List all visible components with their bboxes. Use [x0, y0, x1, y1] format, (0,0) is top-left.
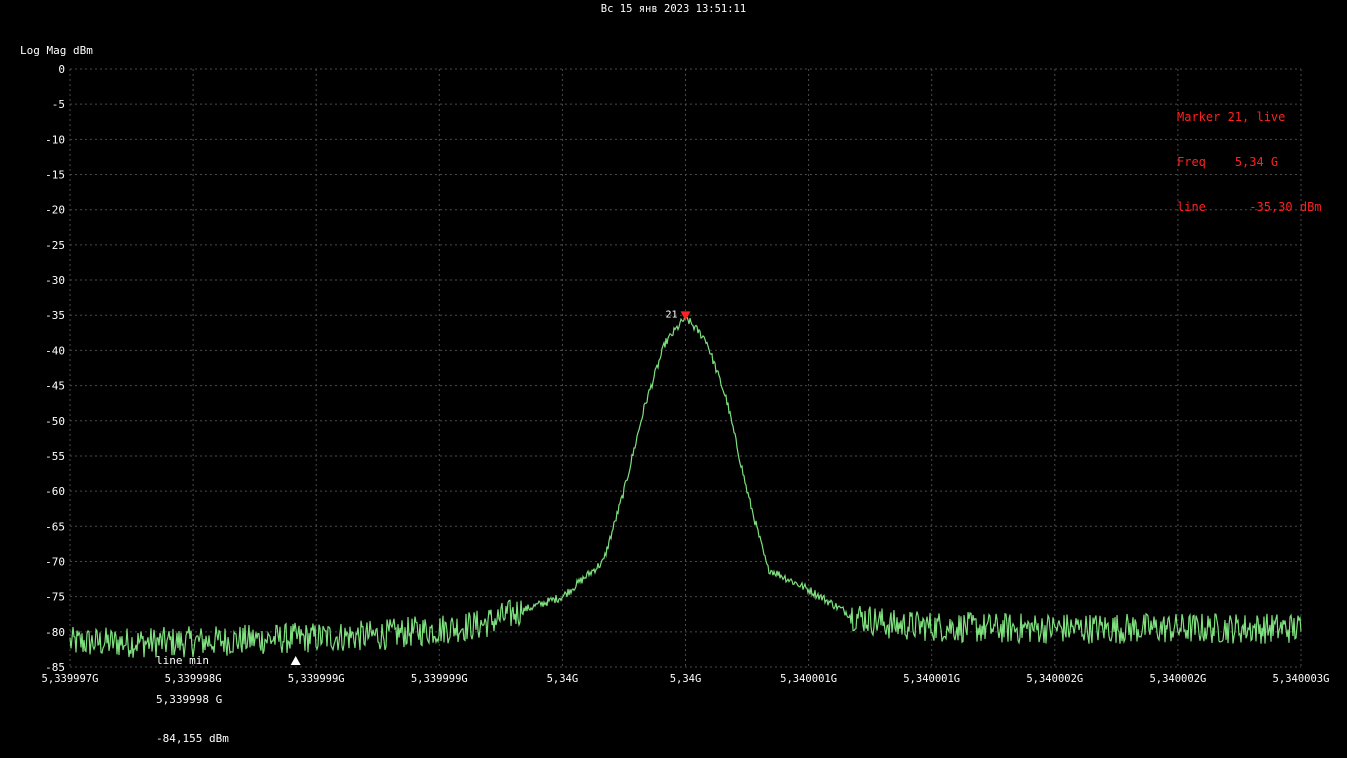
y-tick-label: -65: [45, 520, 65, 533]
y-tick-label: -10: [45, 133, 65, 146]
x-tick-label: 5,340003G: [1273, 673, 1330, 685]
x-tick-labels: 5,339997G 5,339998G 5,339999G 5,339999G 5,34…: [42, 673, 1330, 685]
marker-line-value: -35,30 dBm: [1249, 200, 1322, 214]
y-tick-label: -35: [45, 309, 65, 322]
min-marker-triangle[interactable]: [290, 656, 301, 666]
marker-freq-row: Freq 5,34 G: [1177, 155, 1322, 170]
marker-readout-panel: Marker 21, live Freq 5,34 G line -35,30 …: [1177, 80, 1322, 230]
y-axis-label: Log Mag dBm: [20, 44, 93, 57]
x-tick-label: 5,340001G: [780, 673, 837, 685]
y-tick-label: -30: [45, 274, 65, 287]
marker-title: Marker 21, live: [1177, 110, 1286, 124]
y-tick-label: -20: [45, 204, 65, 217]
grid: [69, 68, 1302, 668]
y-tick-label: -15: [45, 169, 65, 182]
x-tick-label: 5,339997G: [42, 673, 99, 685]
timestamp: Вс 15 янв 2023 13:51:11: [600, 3, 747, 15]
y-tick-label: -25: [45, 239, 65, 252]
x-tick-label: 5,339999G: [411, 673, 468, 685]
y-tick-label: 0: [58, 63, 65, 76]
y-tick-label: -80: [45, 626, 65, 639]
min-marker-value: -84,155 dBm: [156, 732, 229, 745]
y-tick-label: -50: [45, 415, 65, 428]
y-tick-label: -55: [45, 450, 65, 463]
x-tick-label: 5,339999G: [288, 673, 345, 685]
y-tick-label: -60: [45, 485, 65, 498]
marker-line-row: line -35,30 dBm: [1177, 200, 1322, 215]
x-tick-label: 5,34G: [670, 673, 702, 685]
y-tick-label: -45: [45, 380, 65, 393]
marker-21-label: 21: [665, 309, 677, 320]
min-marker-title: line min: [156, 654, 209, 667]
marker-freq-label: Freq: [1177, 155, 1206, 169]
min-marker-freq: 5,339998 G: [156, 693, 223, 706]
y-tick-labels: 0 -5 -10 -15 -20 -25 -30 -35 -40 -45 -50 -55 -60 -65 -…: [45, 63, 65, 674]
y-tick-label: -5: [52, 98, 65, 111]
y-tick-label: -40: [45, 344, 65, 357]
x-tick-label: 5,34G: [547, 673, 579, 685]
marker-line-label: line: [1177, 200, 1206, 214]
spectrum-chart: 0 -5 -10 -15 -20 -25 -30 -35 -40 -45 -50 -55 -60 -65 -…: [42, 63, 1330, 685]
min-marker-readout: line min 5,339998 G -84,155 dBm: [156, 628, 229, 758]
x-tick-label: 5,340002G: [1149, 673, 1206, 685]
y-tick-label: -75: [45, 591, 65, 604]
x-tick-label: 5,340001G: [903, 673, 960, 685]
x-tick-label: 5,340002G: [1026, 673, 1083, 685]
y-tick-label: -70: [45, 555, 65, 568]
marker-21-triangle[interactable]: [680, 311, 691, 321]
marker-freq-value: 5,34 G: [1234, 155, 1279, 169]
